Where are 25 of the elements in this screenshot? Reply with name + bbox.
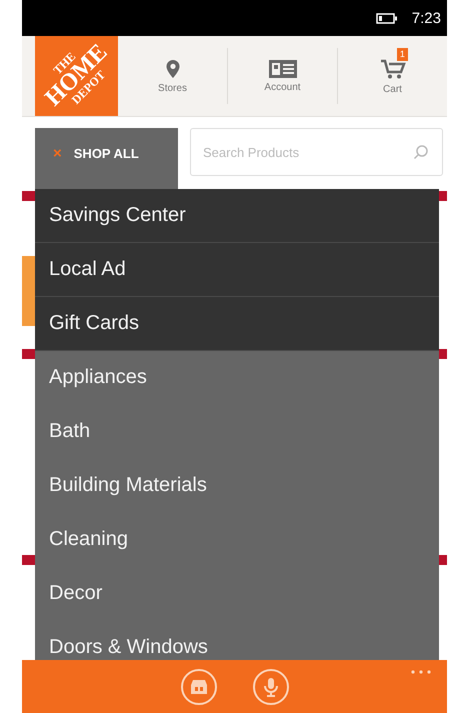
cart-count-badge: 1 <box>396 48 408 61</box>
more-button[interactable] <box>409 668 433 676</box>
nav-button[interactable]: Stores <box>118 48 227 104</box>
nav-button[interactable]: Account <box>227 48 337 104</box>
microphone-icon <box>262 676 278 696</box>
id-card-icon <box>268 60 296 78</box>
nav-button[interactable]: 1 Cart <box>337 48 447 104</box>
app-bar-button[interactable] <box>252 668 288 704</box>
menu-item[interactable]: Gift Cards <box>35 297 439 351</box>
nav-label: Cart <box>383 84 402 94</box>
more-icon <box>411 670 431 674</box>
menu-item[interactable]: Local Ad <box>35 243 439 297</box>
nav-label: Account <box>264 82 301 92</box>
clock-time: 7:23 <box>412 10 441 26</box>
close-icon: × <box>53 146 62 161</box>
location-pin-icon <box>164 58 180 78</box>
search-icon <box>413 144 429 160</box>
app-bar-button[interactable] <box>180 668 216 704</box>
nav-label: Stores <box>158 82 187 94</box>
search-field[interactable]: Search Products <box>190 128 443 176</box>
battery-icon <box>376 12 398 24</box>
cart-icon <box>380 58 406 80</box>
menu-item[interactable]: Savings Center <box>35 189 439 243</box>
store-icon <box>190 678 208 694</box>
shop-all-button[interactable]: × SHOP ALL <box>35 128 178 189</box>
